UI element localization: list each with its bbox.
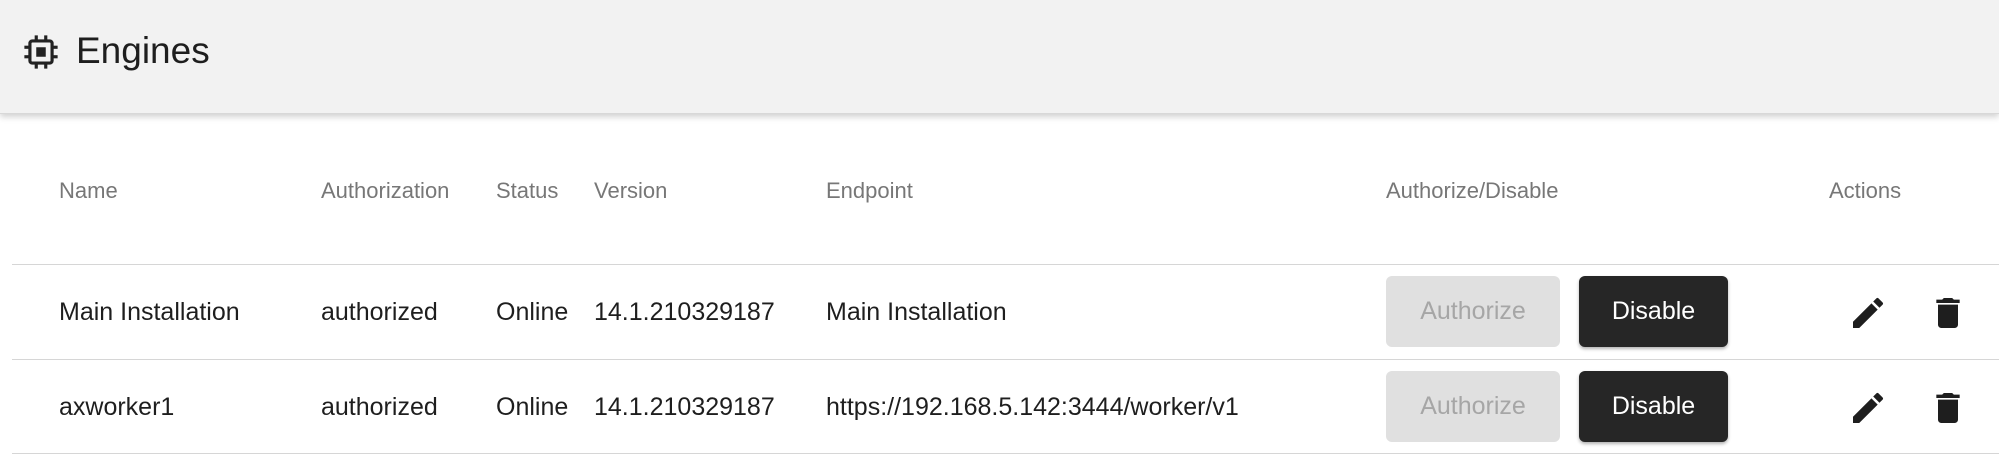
- column-header-authorize-disable: Authorize/Disable: [1386, 178, 1559, 203]
- engine-status: Online: [496, 393, 569, 421]
- column-header-actions: Actions: [1829, 178, 1902, 203]
- edit-icon[interactable]: [1848, 293, 1888, 333]
- engine-status: Online: [496, 298, 569, 326]
- column-header-status[interactable]: Status: [496, 176, 558, 206]
- authorize-button[interactable]: Authorize: [1386, 276, 1560, 347]
- delete-icon[interactable]: [1928, 388, 1968, 428]
- disable-button[interactable]: Disable: [1579, 371, 1728, 442]
- column-header-endpoint[interactable]: Endpoint: [826, 176, 913, 206]
- engine-endpoint: Main Installation: [826, 298, 1007, 326]
- table-row: axworker1 authorized Online 14.1.2103291…: [12, 359, 1999, 454]
- engine-version: 14.1.210329187: [594, 298, 775, 326]
- engine-authorization: authorized: [321, 298, 438, 326]
- chip-icon: [24, 35, 58, 69]
- edit-icon[interactable]: [1848, 388, 1888, 428]
- engine-name: axworker1: [59, 393, 175, 421]
- column-header-version[interactable]: Version: [594, 176, 667, 206]
- engine-version: 14.1.210329187: [594, 393, 775, 421]
- table-row: Main Installation authorized Online 14.1…: [12, 264, 1999, 359]
- engine-name: Main Installation: [59, 298, 240, 326]
- page-header: Engines: [0, 0, 1999, 114]
- delete-icon[interactable]: [1928, 293, 1968, 333]
- column-header-name[interactable]: Name: [59, 176, 118, 206]
- disable-button[interactable]: Disable: [1579, 276, 1728, 347]
- authorize-button[interactable]: Authorize: [1386, 371, 1560, 442]
- engine-authorization: authorized: [321, 393, 438, 421]
- page-title: Engines: [76, 30, 210, 71]
- engine-endpoint: https://192.168.5.142:3444/worker/v1: [826, 393, 1239, 421]
- column-header-authorization[interactable]: Authorization: [321, 176, 449, 206]
